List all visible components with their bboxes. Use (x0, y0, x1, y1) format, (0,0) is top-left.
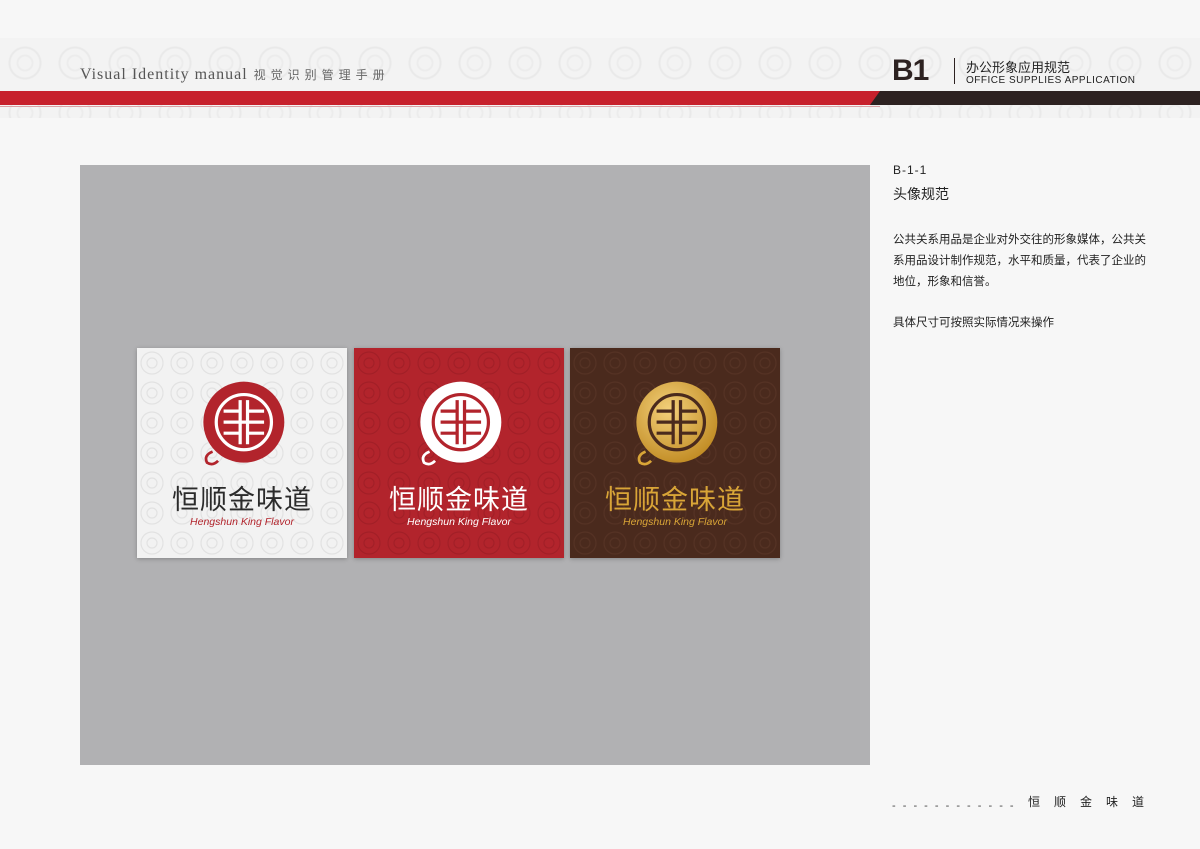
section-title-cn: 办公形象应用规范 (966, 60, 1071, 75)
brand-name-en: Hengshun King Flavor (190, 516, 294, 528)
manual-title: Visual Identity manual 视觉识别管理手册 (80, 66, 390, 84)
header-dark-bar (870, 91, 1200, 105)
brand-name-cn: 恒顺金味道 (389, 485, 529, 515)
hengshun-logo-icon (203, 381, 285, 466)
brand-name-cn: 恒顺金味道 (172, 485, 312, 515)
spec-code: B-1-1 (893, 163, 928, 177)
section-divider (954, 58, 955, 84)
footer-brand: 恒顺金味道 (1028, 795, 1159, 809)
header-red-bar (0, 91, 880, 105)
section-title-en: OFFICE SUPPLIES APPLICATION (966, 75, 1136, 86)
avatar-tile-red: 恒顺金味道 Hengshun King Flavor (354, 348, 564, 558)
manual-title-cn: 视觉识别管理手册 (253, 68, 390, 82)
brand-name-en: Hengshun King Flavor (407, 516, 511, 528)
hengshun-logo-icon (420, 381, 502, 466)
avatar-tile-brown: 恒顺金味道 Hengshun King Flavor (570, 348, 780, 558)
brand-name-cn: 恒顺金味道 (605, 485, 745, 515)
footer-dashes: - - - - - - - - - - - - (892, 800, 1016, 812)
hengshun-logo-icon (636, 381, 718, 466)
avatar-tile-white: 恒顺金味道 Hengshun King Flavor (137, 348, 347, 558)
mockup-stage: 恒顺金味道 Hengshun King Flavor 恒顺金味道 Hengshu… (80, 165, 870, 765)
spec-description: 公共关系用品是企业对外交往的形象媒体，公共关系用品设计制作规范，水平和质量，代表… (893, 234, 1146, 288)
spec-note: 具体尺寸可按照实际情况来操作 (893, 317, 1054, 329)
manual-title-en: Visual Identity manual (80, 66, 248, 83)
brand-name-en: Hengshun King Flavor (623, 516, 727, 528)
section-code: B1 (892, 54, 929, 87)
header-thin-line (0, 106, 880, 107)
spec-subtitle: 头像规范 (893, 186, 949, 202)
